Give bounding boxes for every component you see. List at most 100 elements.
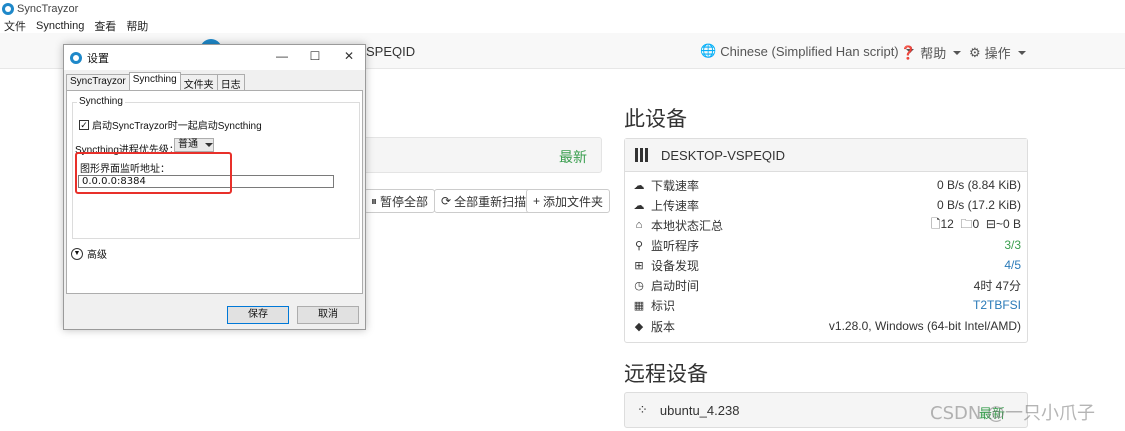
signpost-icon: ⊞ [634,259,644,272]
row-value[interactable]: 4/5 [1004,258,1021,272]
minimize-icon[interactable]: — [275,49,289,63]
question-circle-icon: ❓ [900,44,917,60]
folder-status: 最新 [559,149,587,165]
autostart-label: 启动SyncTrayzor时一起启动Syncthing [92,121,262,132]
remote-devices-heading: 远程设备 [624,362,708,386]
gear-icon: ⚙ [969,44,981,60]
row-value[interactable]: T2TBFSI [973,298,1021,312]
this-device-header[interactable]: DESKTOP-VSPEQID [625,139,1027,172]
close-icon[interactable]: ✕ [342,49,356,63]
folder-icon: 🗀 [960,216,973,231]
synctrayzor-logo-icon [70,51,82,64]
row-identification: ▦ 标识 T2TBFSI [633,295,1021,315]
home-icon: ⌂ [635,219,643,231]
menu-syncthing[interactable]: Syncthing [36,20,84,32]
chevron-down-icon [204,143,213,147]
advanced-label: 高级 [87,250,107,261]
pause-all-button[interactable]: ⏸ 暂停全部 [364,189,436,213]
row-value[interactable]: 3/3 [1004,238,1021,252]
clock-icon: ◷ [634,279,644,292]
maximize-icon[interactable]: ☐ [308,49,322,63]
plus-icon: + [533,194,541,208]
row-uptime: ◷ 启动时间 4时 47分 [633,275,1021,295]
this-device-panel: DESKTOP-VSPEQID ☁ 下载速率 0 B/s (8.84 KiB) … [624,138,1028,343]
checkmark-icon: ✓ [79,119,89,130]
annotation-highlight-box [75,152,232,194]
sitemap-icon: ⚲ [634,239,644,252]
globe-icon: 🌐 [700,43,717,58]
tab-syncthing[interactable]: Syncthing [128,72,181,90]
add-folder-label: 添加文件夹 [543,194,604,209]
qrcode-icon: ▦ [633,299,645,312]
caret-down-icon [1017,50,1026,55]
cancel-button[interactable]: 取消 [297,306,359,324]
row-listeners: ⚲ 监听程序 3/3 [633,235,1021,255]
tab-synctrayzor[interactable]: SyncTrayzor [66,74,130,90]
refresh-icon: ⟳ [441,194,452,208]
synctrayzor-logo-icon [2,3,14,15]
tab-content-syncthing: Syncthing ✓ 启动SyncTrayzor时一起启动Syncthing … [66,90,363,294]
row-value: 4时 47分 [973,278,1021,293]
rescan-all-button[interactable]: ⟳ 全部重新扫描 [434,189,534,213]
this-device-name: DESKTOP-VSPEQID [661,147,786,163]
cloud-upload-icon: ☁ [633,199,645,212]
row-label: 本地状态汇总 [651,218,724,233]
watermark: CSDN @一只小爪子 [930,403,1096,424]
language-dropdown[interactable]: 🌐 Chinese (Simplified Han script) [700,43,914,59]
save-button[interactable]: 保存 [227,306,289,324]
menu-help[interactable]: 帮助 [126,18,148,34]
tab-logs[interactable]: 日志 [216,74,245,91]
row-label: 标识 [651,298,676,313]
row-label: 监听程序 [651,238,700,253]
actions-label: 操作 [984,46,1011,61]
cloud-download-icon: ☁ [633,179,645,192]
pause-icon: ⏸ [371,193,378,208]
folder-panel[interactable]: 最新 [362,137,602,173]
help-dropdown[interactable]: ❓ 帮助 [900,43,962,62]
dialog-tabs: SyncTrayzor Syncthing 文件夹 日志 [66,72,245,91]
remote-device-name: ubuntu_4.238 [659,402,740,418]
chevron-down-circle-icon: ▼ [71,247,83,260]
menu-file[interactable]: 文件 [4,18,26,34]
file-count: 12 [940,216,954,231]
syncthing-groupbox: Syncthing ✓ 启动SyncTrayzor时一起启动Syncthing … [72,96,360,239]
row-upload-rate: ☁ 上传速率 0 B/s (17.2 KiB) [633,195,1022,215]
dialog-titlebar[interactable]: 设置 — ☐ ✕ [64,45,365,70]
row-label: 上传速率 [651,198,700,213]
groupbox-title: Syncthing [77,96,125,107]
pause-all-label: 暂停全部 [380,194,429,209]
total-size: ~0 B [995,216,1021,231]
spinner-icon: ⁘ [637,402,648,417]
row-value: 0 B/s (8.84 KiB) [936,178,1021,192]
priority-value: 普通 [178,139,198,150]
window-title: SyncTrayzor [17,3,79,15]
actions-dropdown[interactable]: ⚙ 操作 [969,43,1026,62]
row-discovery: ⊞ 设备发现 4/5 [633,255,1021,275]
row-value: v1.28.0, Windows (64-bit Intel/AMD) [828,319,1021,333]
add-folder-button[interactable]: + 添加文件夹 [526,189,611,213]
autostart-checkbox[interactable]: ✓ 启动SyncTrayzor时一起启动Syncthing [79,117,262,132]
dir-count: 0 [972,216,980,231]
row-label: 启动时间 [651,278,700,293]
row-label: 设备发现 [651,258,700,273]
hdd-icon: ⊟ [985,216,996,231]
settings-dialog: 设置 — ☐ ✕ SyncTrayzor Syncthing 文件夹 日志 Sy… [63,44,366,330]
help-label: 帮助 [920,46,947,61]
row-local-state: ⌂ 本地状态汇总 🗋12 🗀0 ⊟~0 B [633,215,1021,235]
menu-view[interactable]: 查看 [94,18,116,34]
rescan-all-label: 全部重新扫描 [454,194,527,209]
tab-folders[interactable]: 文件夹 [179,74,218,91]
navbar-device-name: SPEQID [366,44,416,59]
this-device-heading: 此设备 [624,107,687,131]
local-state-summary: 🗋12 🗀0 ⊟~0 B [931,215,1021,236]
advanced-expander[interactable]: ▼ 高级 [71,246,107,261]
row-label: 版本 [651,319,676,334]
priority-select[interactable]: 普通 [174,138,214,152]
qrcode-icon [635,148,649,162]
row-version: ◆ 版本 v1.28.0, Windows (64-bit Intel/AMD) [633,316,1021,336]
menubar: 文件 Syncthing 查看 帮助 [0,18,1125,33]
dialog-title: 设置 [87,52,109,65]
tag-icon: ◆ [634,320,644,333]
row-label: 下载速率 [651,178,700,193]
language-label: Chinese (Simplified Han script) [720,43,899,59]
